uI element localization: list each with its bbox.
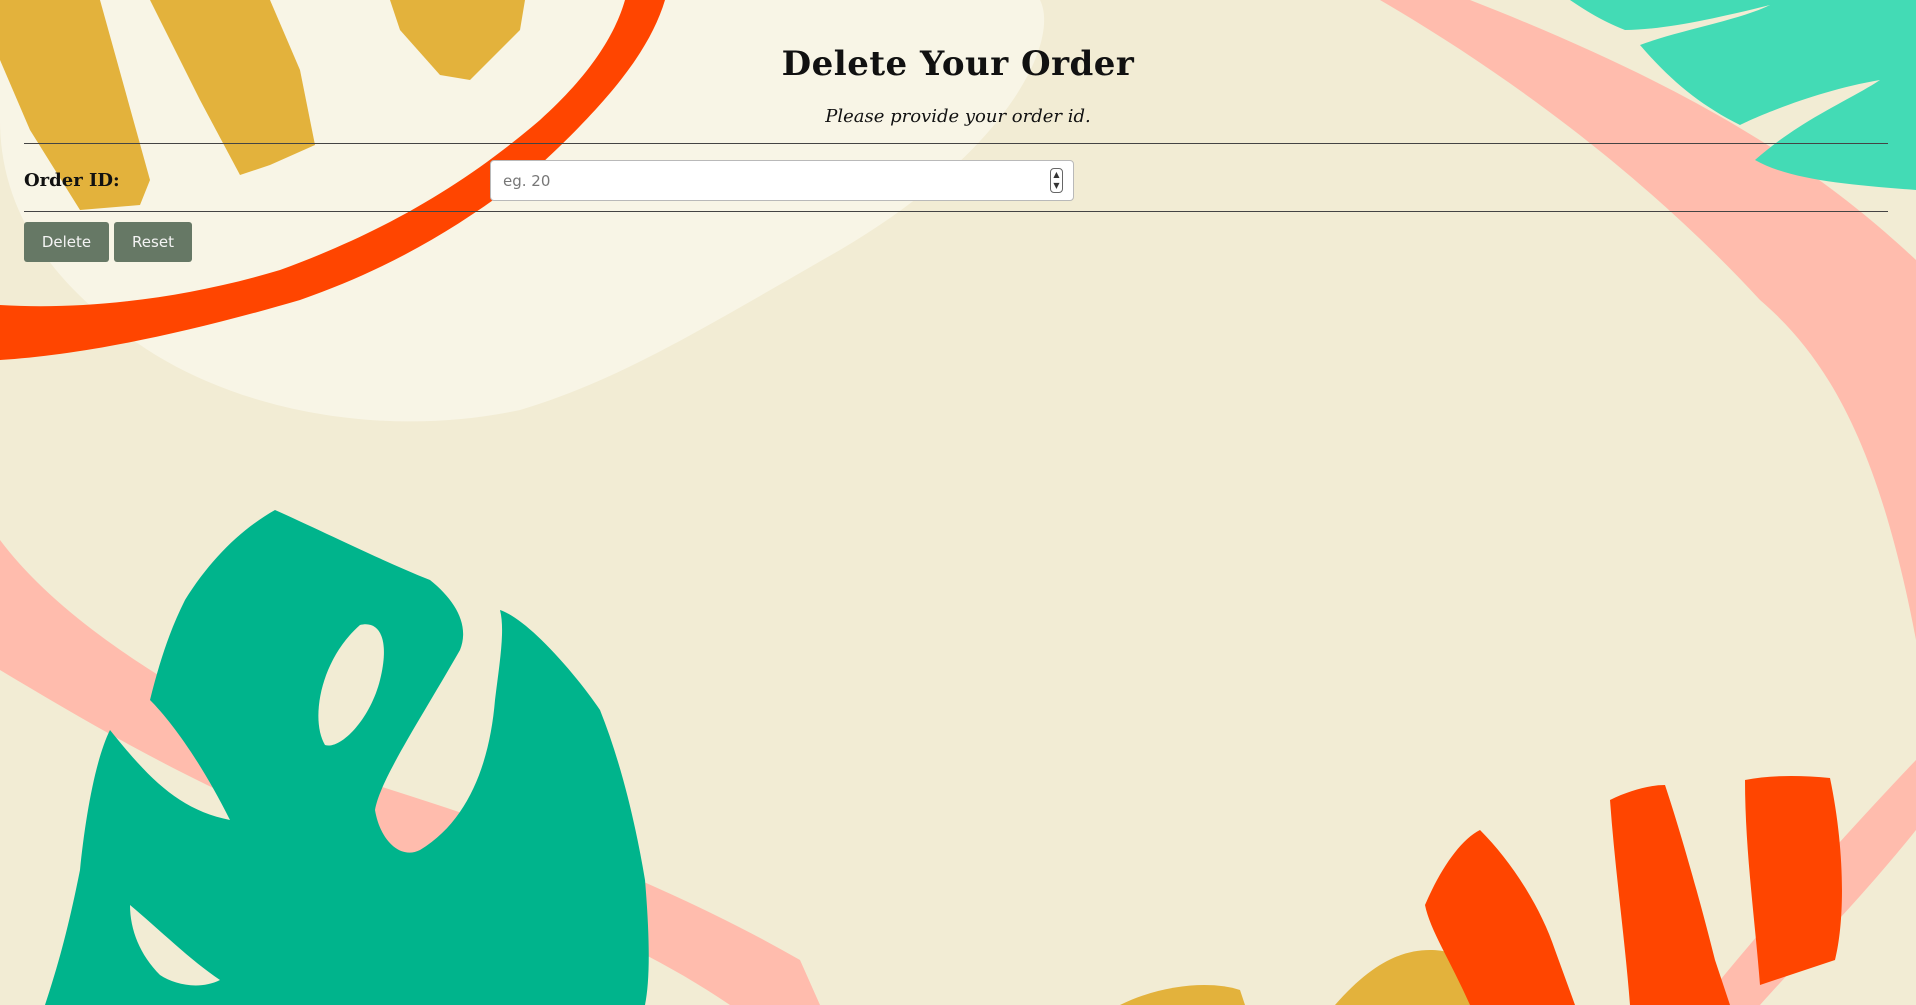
order-id-field[interactable]: ▲ ▼ [490,160,1074,201]
page-subtitle: Please provide your order id. [825,106,1091,127]
number-spinner[interactable]: ▲ ▼ [1050,168,1063,193]
page-title: Delete Your Order [781,44,1135,84]
orange-stroke-3 [1745,775,1842,985]
divider-top [24,143,1888,144]
chevron-up-icon[interactable]: ▲ [1051,169,1062,180]
salmon-swoosh-right [1380,0,1916,640]
chevron-down-icon[interactable]: ▼ [1051,180,1062,191]
divider-bottom [24,211,1888,212]
order-id-input[interactable] [491,161,1031,200]
reset-button[interactable]: Reset [114,222,192,262]
decorative-background [0,0,1916,1005]
orange-stroke-2 [1610,785,1730,1005]
mustard-blob-bottom [1120,985,1245,1005]
order-id-label: Order ID: [24,170,120,191]
delete-button[interactable]: Delete [24,222,109,262]
